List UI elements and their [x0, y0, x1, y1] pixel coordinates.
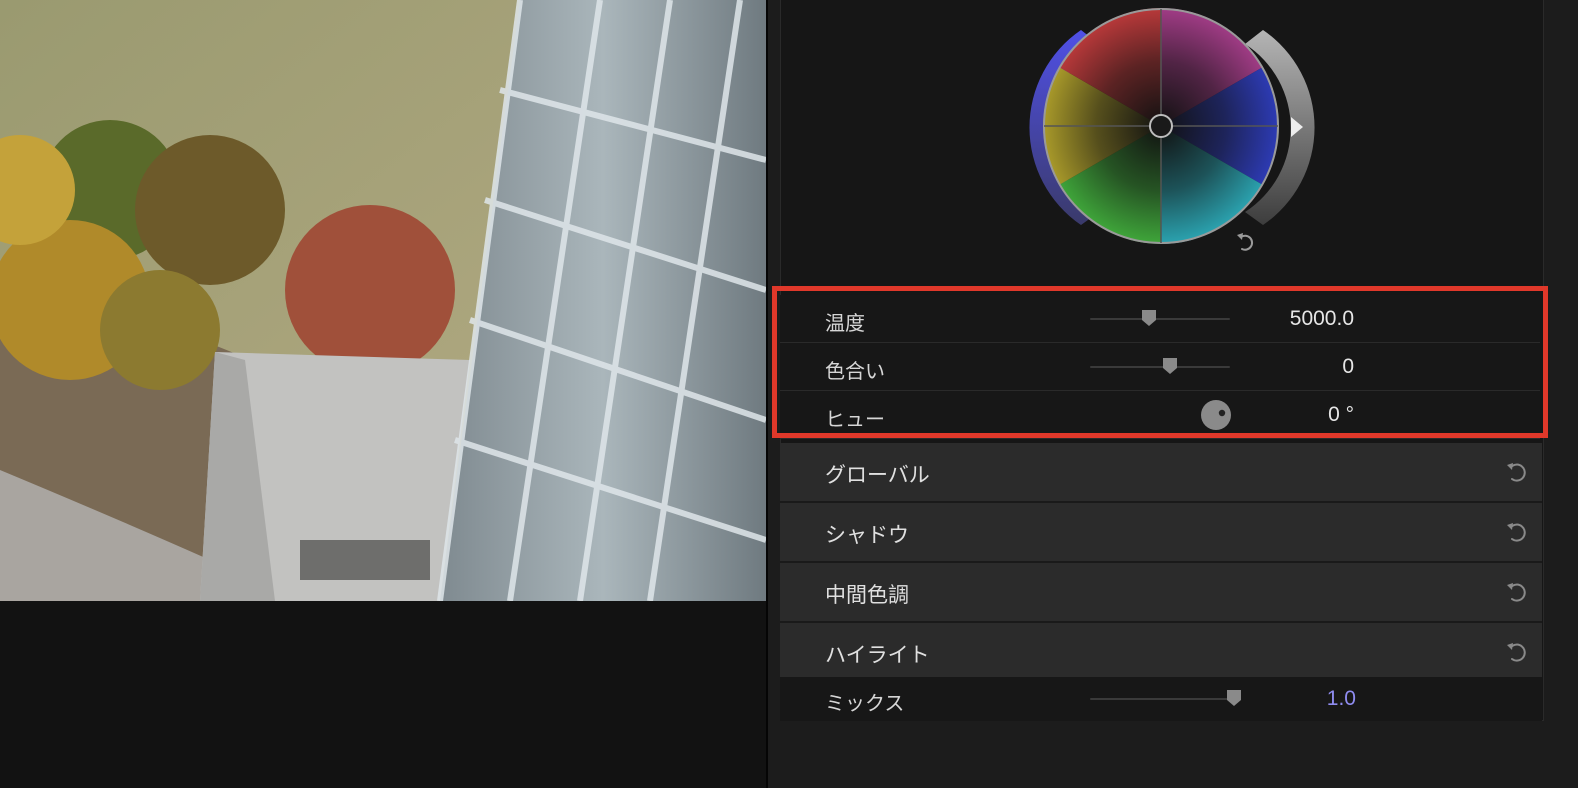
section-global[interactable]: グローバル [780, 443, 1542, 503]
param-row-hue: ヒュー 0 ° [780, 391, 1540, 439]
reset-icon[interactable] [1504, 639, 1528, 663]
color-wheel-area [781, 0, 1543, 285]
hue-value[interactable]: 0 ° [1328, 403, 1354, 427]
tint-label: 色合い [825, 361, 885, 383]
section-shadows[interactable]: シャドウ [780, 503, 1542, 563]
tint-slider[interactable] [1090, 366, 1230, 368]
section-global-label: グローバル [825, 464, 930, 487]
mix-value[interactable]: 1.0 [1327, 687, 1356, 711]
hue-wheel[interactable] [1043, 8, 1279, 244]
section-highlights[interactable]: ハイライト [780, 623, 1542, 683]
section-midtones-label: 中間色調 [825, 584, 909, 607]
video-preview [0, 0, 766, 601]
param-row-tint: 色合い 0 [780, 343, 1540, 391]
hue-label: ヒュー [825, 409, 885, 431]
temperature-slider-knob[interactable] [1140, 309, 1158, 327]
temperature-label: 温度 [825, 313, 865, 335]
mix-slider-knob[interactable] [1225, 689, 1243, 707]
reset-icon[interactable] [1237, 233, 1254, 251]
reset-icon[interactable] [1504, 459, 1528, 483]
section-shadows-label: シャドウ [825, 524, 909, 547]
wheel-puck [1149, 114, 1173, 138]
mix-label: ミックス [825, 693, 905, 715]
tint-slider-knob[interactable] [1161, 357, 1179, 375]
temperature-value[interactable]: 5000.0 [1290, 307, 1354, 331]
temperature-slider[interactable] [1090, 318, 1230, 320]
reset-icon[interactable] [1504, 519, 1528, 543]
hue-dial-icon[interactable] [1200, 399, 1232, 431]
viewer-panel [0, 0, 766, 788]
section-highlights-label: ハイライト [825, 644, 930, 667]
mix-slider[interactable] [1090, 698, 1230, 700]
reset-icon[interactable] [1504, 579, 1528, 603]
param-row-mix: ミックス 1.0 [780, 677, 1542, 721]
section-midtones[interactable]: 中間色調 [780, 563, 1542, 623]
tint-value[interactable]: 0 [1342, 355, 1354, 379]
color-inspector: 温度 5000.0 色合い 0 ヒュー 0 ° グローバル シャドウ 中間色調 … [768, 0, 1578, 788]
param-row-temperature: 温度 5000.0 [780, 295, 1540, 343]
